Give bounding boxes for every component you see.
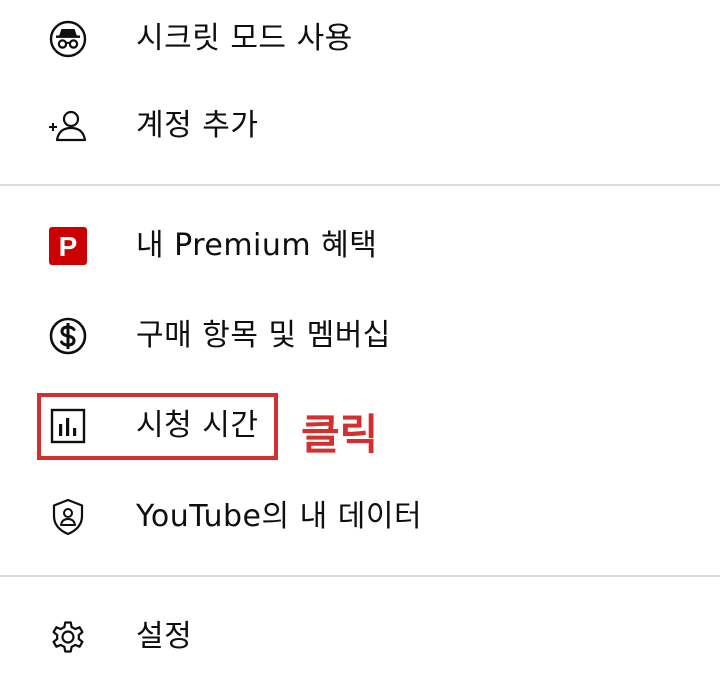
menu-item-label: 구매 항목 및 멤버십 bbox=[136, 318, 391, 353]
menu-item-premium[interactable]: P 내 Premium 혜택 bbox=[0, 210, 720, 282]
add-person-icon bbox=[46, 104, 90, 148]
premium-badge-icon: P bbox=[46, 224, 90, 268]
menu-item-purchases[interactable]: 구매 항목 및 멤버십 bbox=[0, 300, 720, 372]
dollar-circle-icon bbox=[46, 314, 90, 358]
premium-badge-letter: P bbox=[59, 231, 78, 262]
menu-item-settings[interactable]: 설정 bbox=[0, 601, 720, 673]
shield-person-icon bbox=[46, 495, 90, 539]
click-annotation: 클릭 bbox=[301, 410, 379, 459]
menu-item-label: 시크릿 모드 사용 bbox=[136, 21, 353, 56]
menu-item-label: 내 Premium 혜택 bbox=[136, 228, 378, 263]
menu-item-label: 계정 추가 bbox=[136, 108, 259, 143]
section-divider bbox=[0, 575, 720, 577]
highlight-box bbox=[37, 393, 278, 460]
incognito-icon bbox=[46, 17, 90, 61]
gear-icon bbox=[46, 615, 90, 659]
menu-item-label: 설정 bbox=[136, 619, 193, 654]
section-divider bbox=[0, 184, 720, 186]
menu-item-incognito[interactable]: 시크릿 모드 사용 bbox=[0, 3, 720, 75]
menu-item-label: YouTube의 내 데이터 bbox=[136, 499, 423, 534]
menu-item-your-data[interactable]: YouTube의 내 데이터 bbox=[0, 481, 720, 553]
menu-item-add-account[interactable]: 계정 추가 bbox=[0, 90, 720, 162]
